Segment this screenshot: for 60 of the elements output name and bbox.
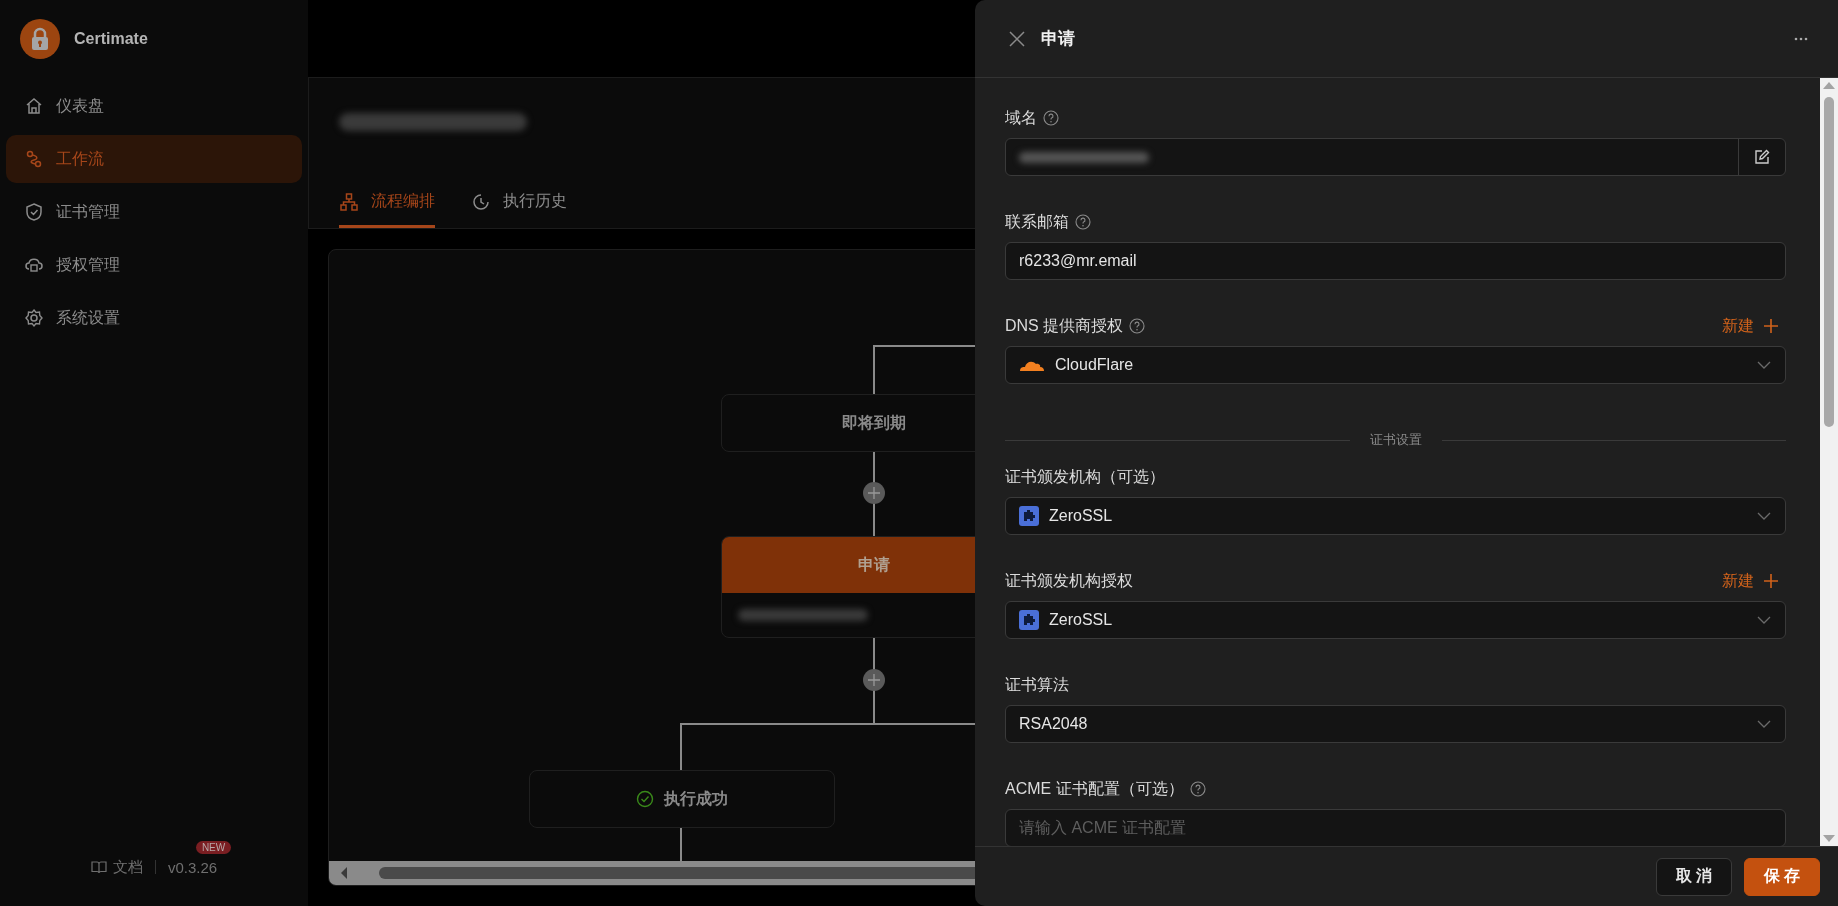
new-link[interactable]: 新建 xyxy=(1722,570,1786,592)
field-label: 域名 xyxy=(1005,107,1037,128)
select-field[interactable]: ZeroSSL xyxy=(1005,601,1786,639)
nav-item[interactable]: 授权管理 xyxy=(6,241,302,289)
field-label: 联系邮箱 xyxy=(1005,211,1069,232)
text-field[interactable]: r6233@mr.email xyxy=(1005,242,1786,280)
save-button[interactable]: 保 存 xyxy=(1744,857,1820,896)
docs-link[interactable]: 文档 xyxy=(90,857,143,877)
field-label: DNS 提供商授权 xyxy=(1005,315,1124,336)
new-badge: NEW xyxy=(195,840,232,854)
chevron-icon xyxy=(1757,720,1771,728)
new-link[interactable]: 新建 xyxy=(1722,315,1786,337)
clock-icon xyxy=(471,191,491,212)
scroll-down-icon xyxy=(1823,835,1835,842)
puzzle-icon xyxy=(1019,610,1039,630)
edit-icon xyxy=(1754,149,1770,165)
more-button[interactable] xyxy=(1794,36,1808,41)
field-label: 证书算法 xyxy=(1005,674,1069,695)
vertical-scrollbar[interactable] xyxy=(1820,78,1838,846)
add-node-button[interactable] xyxy=(863,669,885,691)
hierarchy-icon xyxy=(339,191,359,212)
plus-icon xyxy=(868,674,880,686)
nav-item[interactable]: 证书管理 xyxy=(6,188,302,236)
shield-icon xyxy=(24,202,44,222)
nav-item[interactable]: 系统设置 xyxy=(6,294,302,342)
text-field[interactable]: 请输入 ACME 证书配置 xyxy=(1005,809,1786,846)
puzzle-icon xyxy=(1019,506,1039,526)
nav-item[interactable]: 仪表盘 xyxy=(6,82,302,130)
flow-node[interactable]: 执行成功 xyxy=(529,770,835,828)
plus-icon xyxy=(1764,319,1778,333)
scroll-up-icon xyxy=(1823,82,1835,89)
close-icon xyxy=(1009,30,1025,47)
flow-icon xyxy=(24,149,44,169)
add-node-button[interactable] xyxy=(863,482,885,504)
settings-icon xyxy=(24,308,44,328)
domain-input[interactable] xyxy=(1005,138,1786,176)
tab[interactable]: 流程编排 xyxy=(339,178,435,228)
scrollbar-thumb[interactable] xyxy=(1824,97,1834,427)
book-icon xyxy=(90,860,107,874)
field-label: 证书颁发机构（可选） xyxy=(1005,466,1165,487)
select-field[interactable]: CloudFlare xyxy=(1005,346,1786,384)
select-field[interactable]: ZeroSSL xyxy=(1005,497,1786,535)
chevron-icon xyxy=(1757,616,1771,624)
lock-icon xyxy=(30,27,50,51)
version-label: v0.3.26 xyxy=(167,858,218,876)
more-icon xyxy=(1794,36,1808,41)
scroll-left-icon xyxy=(339,866,349,880)
chevron-icon xyxy=(1757,361,1771,369)
success-icon xyxy=(636,790,654,808)
cancel-button[interactable]: 取 消 xyxy=(1656,857,1732,896)
field-label: ACME 证书配置（可选） xyxy=(1005,778,1184,799)
close-button[interactable] xyxy=(1009,30,1025,47)
app-name: Certimate xyxy=(74,30,148,48)
home-icon xyxy=(24,96,44,116)
chevron-icon xyxy=(1757,512,1771,520)
plus-icon xyxy=(1764,574,1778,588)
tab[interactable]: 执行历史 xyxy=(471,178,567,228)
select-field[interactable]: RSA2048 xyxy=(1005,705,1786,743)
drawer-title: 申请 xyxy=(1041,28,1076,50)
plus-icon xyxy=(868,487,880,499)
